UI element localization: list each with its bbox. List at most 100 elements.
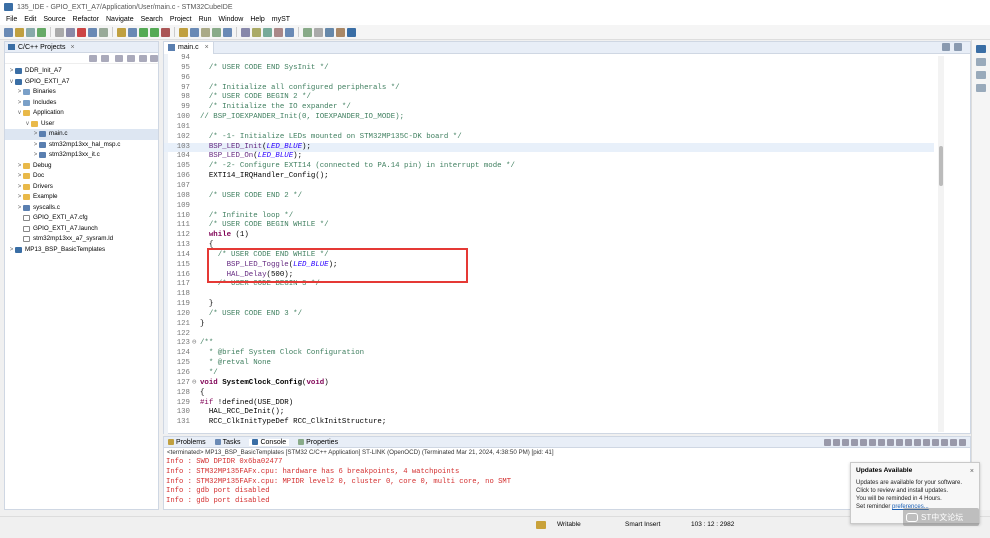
code-line[interactable]: 102 /* -1- Initialize LEDs mounted on ST… — [164, 133, 934, 143]
chevron-right-icon[interactable]: > — [16, 171, 23, 182]
link-editor-icon[interactable] — [127, 55, 135, 62]
tree-item-main-c[interactable]: > main.c — [5, 129, 158, 140]
minimize-icon[interactable] — [942, 43, 950, 51]
fold-toggle-icon[interactable]: ⊖ — [192, 339, 196, 349]
fold-toggle-icon[interactable]: ⊖ — [192, 379, 196, 389]
code-line[interactable]: 99 /* Initialize the IO expander */ — [164, 103, 934, 113]
scrollbar-thumb[interactable] — [939, 146, 943, 186]
filter-icon[interactable] — [139, 55, 147, 62]
tree-item-ddr-init-a7[interactable]: > DDR_Init_A7 — [5, 66, 158, 77]
tree-item-syscalls-c[interactable]: > syscalls.c — [5, 203, 158, 214]
code-line[interactable]: 107 — [164, 182, 934, 192]
close-icon[interactable]: × — [970, 468, 974, 475]
menu-help[interactable]: Help — [250, 16, 264, 23]
perspective-icon[interactable] — [976, 45, 986, 53]
tree-item-gpio-exti-a7-cfg[interactable]: GPIO_EXTI_A7.cfg — [5, 213, 158, 224]
code-line[interactable]: 97 /* Initialize all configured peripher… — [164, 84, 934, 94]
chevron-down-icon[interactable]: v — [8, 77, 15, 88]
code-line[interactable]: 128 { — [164, 389, 934, 399]
toolbar-button-icon[interactable] — [314, 27, 323, 37]
console-action-icon[interactable] — [914, 439, 921, 446]
console-action-icon[interactable] — [887, 439, 894, 446]
toolbar-button-icon[interactable] — [325, 27, 334, 37]
menu-project[interactable]: Project — [170, 16, 192, 23]
view-menu-icon[interactable] — [150, 55, 158, 62]
code-line[interactable]: 131 RCC_ClkInitTypeDef RCC_ClkInitStruct… — [164, 418, 934, 428]
console-action-icon[interactable] — [824, 439, 831, 446]
outline-icon[interactable] — [976, 58, 986, 66]
toolbar-button-icon[interactable] — [150, 27, 159, 37]
chevron-right-icon[interactable]: > — [8, 66, 15, 77]
toolbar-button-icon[interactable] — [128, 27, 137, 37]
console-action-icon[interactable] — [851, 439, 858, 446]
tree-item-user[interactable]: v User — [5, 119, 158, 130]
toolbar-button-icon[interactable] — [285, 27, 294, 37]
tab-tasks[interactable]: Tasks — [214, 439, 240, 446]
code-line[interactable]: 126 */ — [164, 369, 934, 379]
chevron-right-icon[interactable]: > — [32, 150, 39, 161]
tree-item-stm32mp13xx-it-c[interactable]: > stm32mp13xx_it.c — [5, 150, 158, 161]
tree-item-drivers[interactable]: > Drivers — [5, 182, 158, 193]
tree-item-stm32mp13xx-a7-sysram-ld[interactable]: stm32mp13xx_a7_sysram.ld — [5, 234, 158, 245]
editor-scrollbar[interactable] — [938, 56, 944, 432]
menu-window[interactable]: Window — [218, 16, 243, 23]
chevron-right-icon[interactable]: > — [32, 129, 39, 140]
console-action-icon[interactable] — [959, 439, 966, 446]
tree-item-application[interactable]: v Application — [5, 108, 158, 119]
toolbar-button-icon[interactable] — [26, 27, 35, 37]
code-line[interactable]: 105 /* -2- Configure EXTI14 (connected t… — [164, 162, 934, 172]
code-line[interactable]: 103 BSP_LED_Init(LED_BLUE); — [164, 142, 934, 153]
code-line[interactable]: 104 BSP_LED_On(LED_BLUE); — [164, 152, 934, 162]
toolbar-button-icon[interactable] — [139, 27, 148, 37]
menu-navigate[interactable]: Navigate — [106, 16, 134, 23]
console-action-icon[interactable] — [860, 439, 867, 446]
code-line[interactable]: 122 — [164, 330, 934, 340]
menu-myst[interactable]: myST — [272, 16, 290, 23]
code-line[interactable]: 124 * @brief System Clock Configuration — [164, 349, 934, 359]
toolbar-button-icon[interactable] — [179, 27, 188, 37]
toolbar-button-icon[interactable] — [117, 27, 126, 37]
toolbar-button-icon[interactable] — [99, 27, 108, 37]
chevron-right-icon[interactable]: > — [8, 245, 15, 256]
menu-search[interactable]: Search — [141, 16, 163, 23]
chevron-right-icon[interactable]: > — [16, 161, 23, 172]
console-action-icon[interactable] — [923, 439, 930, 446]
menu-file[interactable]: File — [6, 16, 17, 23]
menu-refactor[interactable]: Refactor — [73, 16, 99, 23]
code-line[interactable]: 98 /* USER CODE BEGIN 2 */ — [164, 93, 934, 103]
code-area[interactable]: 94 95 /* USER CODE END SysInit */96 97 /* … — [164, 54, 934, 434]
toolbar-button-icon[interactable] — [263, 27, 272, 37]
code-line[interactable]: 123 ⊖ /** — [164, 339, 934, 349]
toolbar-button-icon[interactable] — [37, 27, 46, 37]
toolbar-button-icon[interactable] — [15, 27, 24, 37]
chevron-right-icon[interactable]: > — [16, 98, 23, 109]
close-icon[interactable]: × — [205, 44, 209, 51]
code-line[interactable]: 96 — [164, 74, 934, 84]
chevron-right-icon[interactable]: > — [16, 182, 23, 193]
collapse-all-icon[interactable] — [115, 55, 123, 62]
toolbar-button-icon[interactable] — [223, 27, 232, 37]
toolbar-button-icon[interactable] — [88, 27, 97, 37]
menu-source[interactable]: Source — [43, 16, 65, 23]
chevron-right-icon[interactable]: > — [32, 140, 39, 151]
chevron-right-icon[interactable]: > — [16, 87, 23, 98]
static-stack-icon[interactable] — [976, 84, 986, 92]
tree-item-doc[interactable]: > Doc — [5, 171, 158, 182]
code-line[interactable]: 129 #if !defined(USE_DDR) — [164, 399, 934, 409]
build-analyzer-icon[interactable] — [976, 71, 986, 79]
tab-cpp-projects[interactable]: C/C++ Projects × — [5, 42, 158, 53]
code-line[interactable]: 118 — [164, 290, 934, 300]
tree-item-includes[interactable]: > Includes — [5, 98, 158, 109]
console-action-icon[interactable] — [932, 439, 939, 446]
code-line[interactable]: 110 /* Infinite loop */ — [164, 212, 934, 222]
console-action-icon[interactable] — [941, 439, 948, 446]
toolbar-button-icon[interactable] — [241, 27, 250, 37]
code-line[interactable]: 100 // BSP_IOEXPANDER_Init(0, IOEXPANDER_… — [164, 113, 934, 123]
toolbar-button-icon[interactable] — [336, 27, 345, 37]
code-line[interactable]: 111 /* USER CODE BEGIN WHILE */ — [164, 221, 934, 231]
code-line[interactable]: 120 /* USER CODE END 3 */ — [164, 310, 934, 320]
toolbar-button-icon[interactable] — [274, 27, 283, 37]
chevron-right-icon[interactable]: > — [16, 203, 23, 214]
code-line[interactable]: 121} — [164, 320, 934, 330]
tab-properties[interactable]: Properties — [298, 439, 338, 446]
